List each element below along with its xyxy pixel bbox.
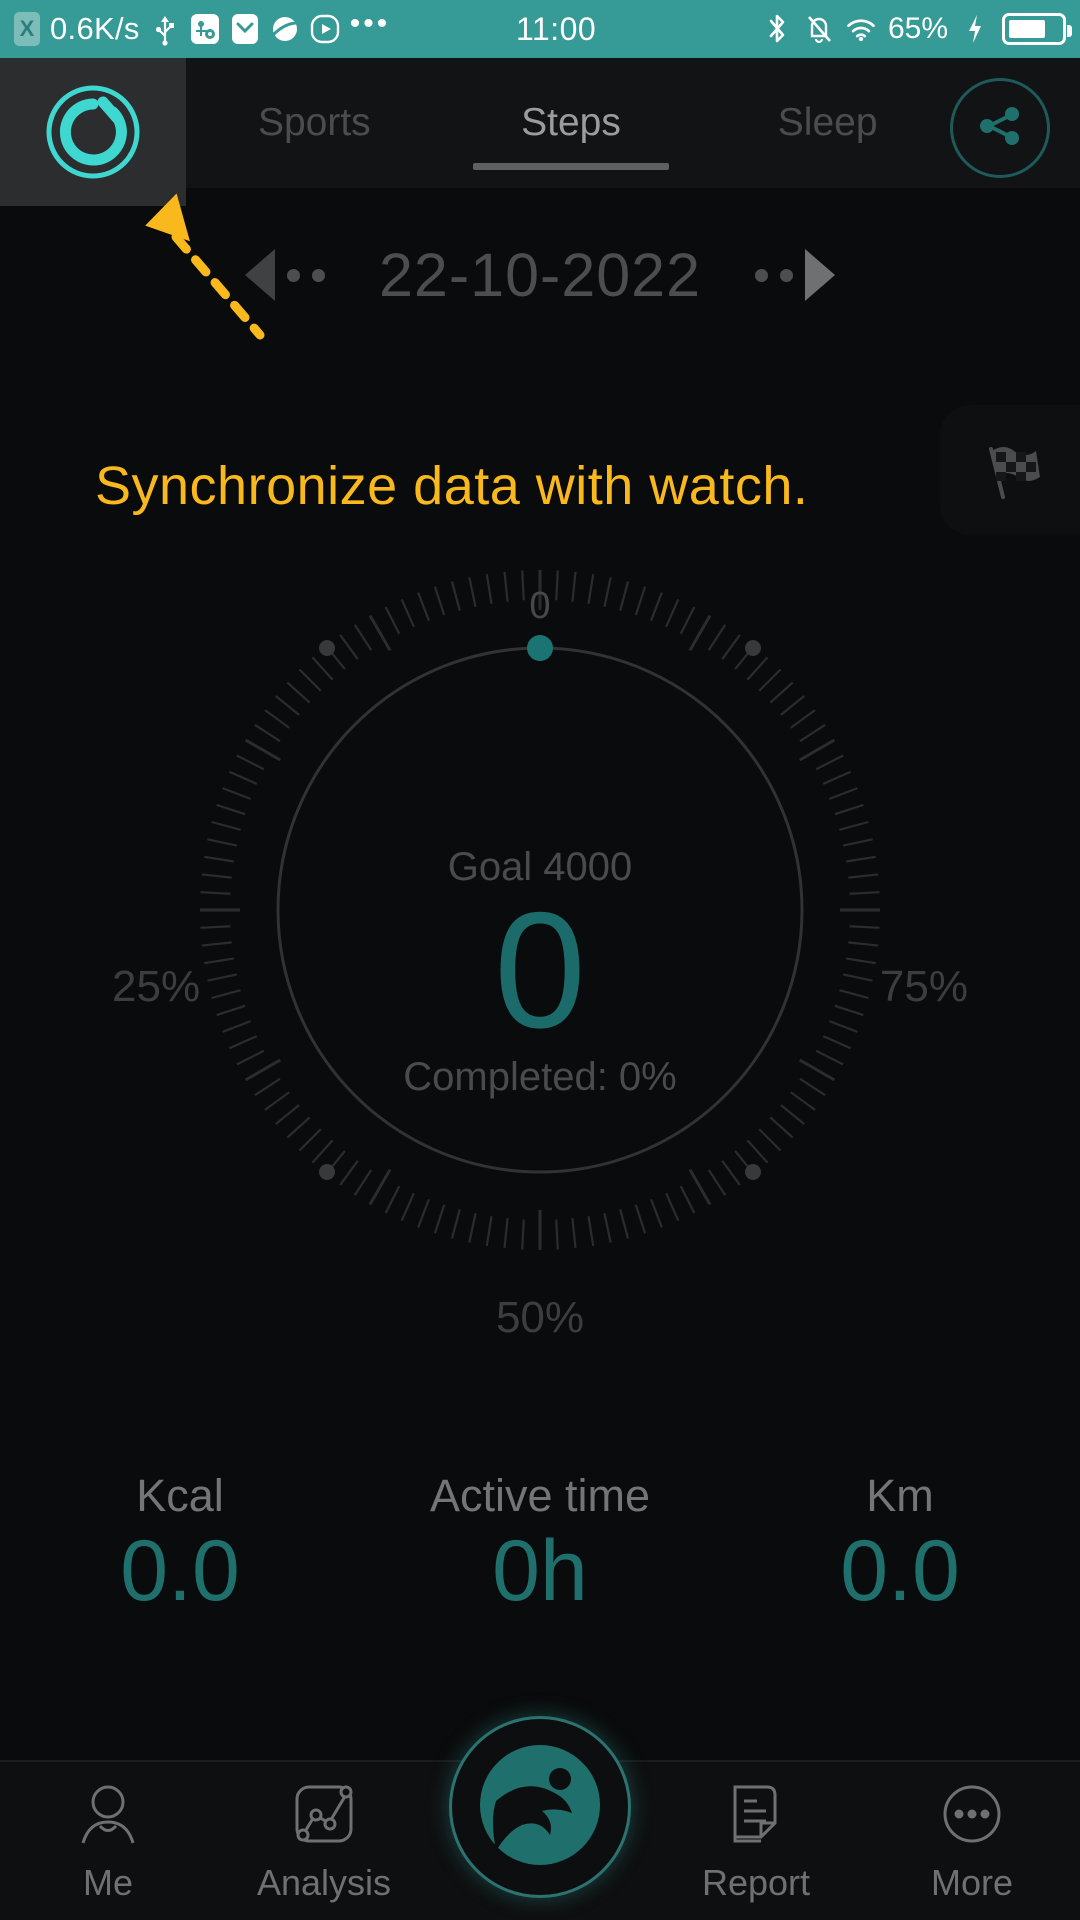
overflow-dots-icon: ••• <box>349 6 391 40</box>
top-navigation: Sports Steps Sleep <box>0 58 1080 206</box>
dial-node <box>745 640 761 656</box>
completed-label: Completed: 0% <box>403 1055 677 1099</box>
nav-item-me[interactable]: Me <box>0 1762 216 1920</box>
chevron-left-icon <box>245 249 275 301</box>
current-date-label[interactable]: 22-10-2022 <box>325 240 755 310</box>
dial-scale-bottom: 50% <box>495 1293 585 1342</box>
ellipsis-circle-icon <box>937 1779 1007 1854</box>
nav-item-report[interactable]: Report <box>648 1762 864 1920</box>
nav-label-me: Me <box>82 1861 133 1903</box>
start-activity-button[interactable] <box>449 1716 631 1898</box>
nav-dot <box>312 268 325 282</box>
sync-ring-icon <box>41 80 145 184</box>
nav-dot <box>287 268 300 282</box>
checkered-flag-icon <box>973 431 1047 510</box>
steps-value: 0 <box>494 878 586 1062</box>
document-icon <box>721 1779 791 1854</box>
running-figure-icon <box>474 1739 606 1876</box>
status-bar-center: 11:00 <box>390 11 762 48</box>
stat-kcal[interactable]: Kcal 0.0 <box>0 1470 360 1614</box>
nav-item-more[interactable]: More <box>864 1762 1080 1920</box>
chevron-right-icon <box>805 249 835 301</box>
stat-distance[interactable]: Km 0.0 <box>720 1470 1080 1614</box>
battery-percent-label: 65% <box>887 12 948 45</box>
dial-marker <box>527 635 553 661</box>
usb-icon <box>150 12 180 46</box>
nav-label-report: Report <box>701 1861 811 1903</box>
date-navigation: 22-10-2022 <box>0 200 1080 350</box>
tab-sleep[interactable]: Sleep <box>699 58 956 188</box>
goal-flag-button[interactable] <box>940 405 1080 535</box>
stat-distance-value: 0.0 <box>840 1523 960 1619</box>
stat-kcal-value: 0.0 <box>120 1523 240 1619</box>
play-circle-icon <box>310 12 340 46</box>
status-bar-right: 65% <box>762 12 1072 46</box>
stat-active-time-value: 0h <box>492 1523 588 1619</box>
dial-node <box>319 640 335 656</box>
mute-bell-icon <box>804 12 834 46</box>
stat-kcal-label: Kcal <box>136 1470 224 1521</box>
nav-dot <box>755 268 768 282</box>
nav-label-analysis: Analysis <box>256 1861 392 1903</box>
sync-button[interactable] <box>0 58 186 206</box>
planet-icon <box>270 12 300 46</box>
annotation-text: Synchronize data with watch. <box>95 456 809 516</box>
line-chart-icon <box>289 1779 359 1854</box>
share-button[interactable] <box>950 78 1050 178</box>
wifi-icon <box>846 12 876 46</box>
status-bar-left: X 0.6K/s ••• <box>14 6 391 47</box>
share-icon <box>973 99 1027 158</box>
previous-day-button[interactable] <box>245 249 325 301</box>
stat-distance-label: Km <box>866 1470 934 1521</box>
stats-row: Kcal 0.0 Active time 0h Km 0.0 <box>0 1470 1080 1650</box>
network-speed-label: 0.6K/s <box>50 11 140 46</box>
usb-debug-icon <box>190 12 220 46</box>
bluetooth-icon <box>762 12 792 46</box>
close-badge-icon: X <box>14 12 40 46</box>
dial-node <box>319 1164 335 1180</box>
tab-sports[interactable]: Sports <box>186 58 443 188</box>
stat-active-time-label: Active time <box>429 1470 651 1521</box>
tab-steps[interactable]: Steps <box>443 58 700 188</box>
battery-icon <box>1002 13 1072 45</box>
dial-node <box>745 1164 761 1180</box>
nav-dot <box>780 268 793 282</box>
nav-label-more: More <box>930 1861 1014 1903</box>
tab-bar: Sports Steps Sleep <box>186 58 956 188</box>
nav-item-analysis[interactable]: Analysis <box>216 1762 432 1920</box>
next-day-button[interactable] <box>755 249 835 301</box>
status-bar: X 0.6K/s ••• 11:00 65% <box>0 0 1080 58</box>
stat-active-time[interactable]: Active time 0h <box>360 1470 720 1614</box>
clock-label: 11:00 <box>515 10 597 47</box>
person-icon <box>73 1779 143 1854</box>
dial-scale-top: 0 <box>529 585 551 627</box>
mail-icon <box>230 12 260 46</box>
charging-bolt-icon <box>960 12 990 46</box>
app-screen: X 0.6K/s ••• 11:00 65% Sports Steps Slee… <box>0 0 1080 1920</box>
